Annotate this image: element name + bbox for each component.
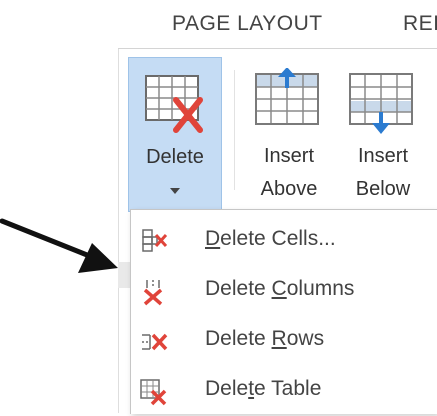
delete-button[interactable]: Delete [128, 57, 222, 212]
insert-below-label-line2: Below [355, 178, 411, 200]
menu-item-delete-table[interactable]: Delete Table [131, 366, 437, 416]
menu-item-delete-rows[interactable]: Delete Rows [131, 316, 437, 366]
delete-dropdown-menu: Delete Cells... Delete Columns Delete Ro… [130, 209, 437, 414]
menu-item-delete-cells[interactable]: Delete Cells... [131, 216, 437, 266]
menu-item-label: Delete Table [205, 377, 322, 400]
delete-cells-icon [142, 229, 168, 252]
tab-references[interactable]: REI [403, 12, 437, 36]
insert-above-button[interactable]: Insert Above [247, 57, 331, 207]
menu-item-label: Delete Cells... [205, 227, 336, 250]
insert-above-icon [255, 68, 319, 125]
delete-rows-icon [142, 333, 168, 351]
chevron-down-icon[interactable] [170, 188, 180, 194]
insert-below-button[interactable]: Insert Below [341, 57, 425, 207]
insert-below-label-line1: Insert [357, 145, 409, 167]
delete-columns-icon [143, 280, 163, 306]
insert-above-label-line1: Insert [263, 145, 315, 167]
menu-item-delete-columns[interactable]: Delete Columns [131, 266, 437, 316]
insert-above-label-line2: Above [260, 178, 318, 200]
delete-table-large-icon [145, 75, 203, 133]
menu-item-label: Delete Rows [205, 327, 325, 350]
tab-page-layout[interactable]: PAGE LAYOUT [172, 12, 323, 36]
annotation-arrow-icon [0, 218, 118, 273]
delete-table-icon [140, 379, 167, 406]
delete-button-label: Delete [146, 146, 204, 168]
group-separator [234, 70, 235, 190]
menu-item-label: Delete Columns [205, 277, 355, 300]
insert-below-icon [349, 73, 413, 134]
